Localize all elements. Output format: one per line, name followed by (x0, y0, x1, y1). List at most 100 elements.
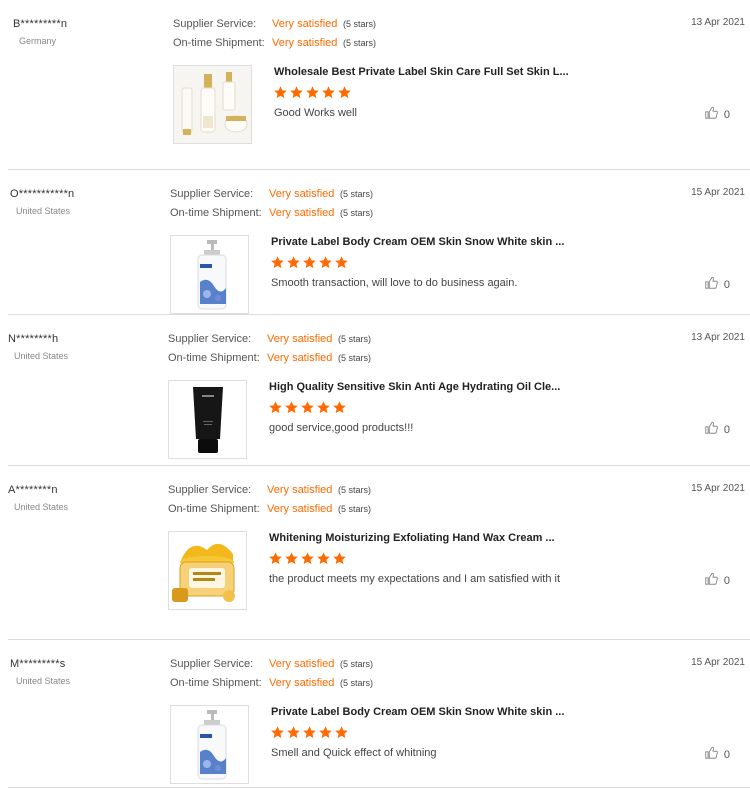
supplier-service-row: Supplier Service: Very satisfied (5 stars) (168, 484, 371, 496)
supplier-service-row: Supplier Service: Very satisfied (5 stars) (173, 18, 376, 30)
shipment-row: On-time Shipment: Very satisfied (5 stars) (170, 677, 373, 689)
review-date: 13 Apr 2021 (691, 332, 745, 343)
review-date: 15 Apr 2021 (691, 657, 745, 668)
rating-star-icon (274, 86, 287, 99)
rating-star-icon (335, 256, 348, 269)
shipment-label: On-time Shipment: (170, 677, 262, 689)
thumbs-up-icon (704, 421, 718, 438)
rating-star-icon (301, 401, 314, 414)
product-image[interactable] (168, 380, 247, 459)
review-comment: Smell and Quick effect of whitning (271, 747, 437, 759)
like-button[interactable]: 0 (704, 106, 730, 123)
shipment-stars: (5 stars) (343, 38, 377, 48)
supplier-service-stars: (5 stars) (343, 19, 377, 29)
rating-star-icon (319, 256, 332, 269)
rating-star-icon (285, 552, 298, 565)
supplier-service-stars: (5 stars) (338, 485, 372, 495)
rating-star-icon (285, 401, 298, 414)
supplier-service-row: Supplier Service: Very satisfied (5 stars) (170, 658, 373, 670)
shipment-label: On-time Shipment: (168, 503, 260, 515)
product-image[interactable] (170, 235, 249, 314)
rating-star-icon (303, 256, 316, 269)
thumbs-up-icon (704, 746, 718, 763)
supplier-service-label: Supplier Service: (170, 188, 254, 200)
rating-star-icon (303, 726, 316, 739)
product-rating (268, 400, 347, 415)
supplier-service-label: Supplier Service: (173, 18, 257, 30)
product-title-link[interactable]: Private Label Body Cream OEM Skin Snow W… (271, 706, 564, 718)
review-date: 15 Apr 2021 (691, 483, 745, 494)
supplier-service-stars: (5 stars) (340, 659, 374, 669)
rating-star-icon (319, 726, 332, 739)
product-title-link[interactable]: Whitening Moisturizing Exfoliating Hand … (269, 532, 555, 544)
buyer-country: United States (16, 206, 71, 216)
product-rating (268, 551, 347, 566)
rating-star-icon (290, 86, 303, 99)
buyer-country: United States (14, 351, 69, 361)
review-item: N********h United States Supplier Servic… (8, 315, 750, 466)
rating-star-icon (306, 86, 319, 99)
product-image[interactable] (168, 531, 247, 610)
like-button[interactable]: 0 (704, 276, 730, 293)
rating-star-icon (317, 401, 330, 414)
rating-star-icon (287, 256, 300, 269)
like-count: 0 (723, 108, 730, 121)
like-button[interactable]: 0 (704, 746, 730, 763)
supplier-service-row: Supplier Service: Very satisfied (5 stars) (168, 333, 371, 345)
supplier-service-label: Supplier Service: (168, 333, 252, 345)
rating-star-icon (301, 552, 314, 565)
shipment-row: On-time Shipment: Very satisfied (5 stars) (173, 37, 376, 49)
supplier-service-value: Very satisfied (272, 18, 338, 30)
buyer-name: M*********s (10, 658, 66, 670)
like-button[interactable]: 0 (704, 572, 730, 589)
review-date: 13 Apr 2021 (691, 17, 745, 28)
thumbs-up-icon (704, 106, 718, 123)
shipment-stars: (5 stars) (340, 208, 374, 218)
rating-star-icon (271, 256, 284, 269)
rating-star-icon (317, 552, 330, 565)
product-rating (270, 725, 349, 740)
like-count: 0 (723, 423, 730, 436)
like-count: 0 (723, 748, 730, 761)
thumbs-up-icon (704, 276, 718, 293)
product-image[interactable] (170, 705, 249, 784)
shipment-row: On-time Shipment: Very satisfied (5 stars) (168, 503, 371, 515)
product-rating (273, 85, 352, 100)
buyer-country: United States (14, 502, 69, 512)
shipment-value: Very satisfied (269, 207, 335, 219)
product-title-link[interactable]: Wholesale Best Private Label Skin Care F… (274, 66, 569, 78)
review-comment: good service,good products!!! (269, 422, 414, 434)
shipment-stars: (5 stars) (340, 678, 374, 688)
rating-star-icon (322, 86, 335, 99)
product-image[interactable] (173, 65, 252, 144)
supplier-service-value: Very satisfied (269, 188, 335, 200)
buyer-name: A********n (8, 484, 58, 496)
rating-star-icon (271, 726, 284, 739)
buyer-country: Germany (19, 36, 57, 46)
rating-star-icon (269, 552, 282, 565)
buyer-name: B*********n (13, 18, 68, 30)
shipment-row: On-time Shipment: Very satisfied (5 stars) (168, 352, 371, 364)
rating-star-icon (335, 726, 348, 739)
product-title-link[interactable]: High Quality Sensitive Skin Anti Age Hyd… (269, 381, 560, 393)
supplier-service-value: Very satisfied (269, 658, 335, 670)
buyer-name: N********h (8, 333, 59, 345)
shipment-value: Very satisfied (269, 677, 335, 689)
supplier-service-value: Very satisfied (267, 333, 333, 345)
supplier-service-value: Very satisfied (267, 484, 333, 496)
rating-star-icon (333, 552, 346, 565)
shipment-value: Very satisfied (267, 503, 333, 515)
review-item: O***********n United States Supplier Ser… (8, 170, 750, 315)
review-comment: Smooth transaction, will love to do busi… (271, 277, 518, 289)
review-item: M*********s United States Supplier Servi… (8, 640, 750, 788)
review-item: A********n United States Supplier Servic… (8, 466, 750, 640)
product-title-link[interactable]: Private Label Body Cream OEM Skin Snow W… (271, 236, 564, 248)
supplier-service-label: Supplier Service: (168, 484, 252, 496)
shipment-value: Very satisfied (272, 37, 338, 49)
rating-star-icon (338, 86, 351, 99)
like-button[interactable]: 0 (704, 421, 730, 438)
review-comment: Good Works well (274, 107, 357, 119)
shipment-stars: (5 stars) (338, 353, 372, 363)
review-item: B*********n Germany Supplier Service: Ver… (8, 0, 750, 170)
rating-star-icon (269, 401, 282, 414)
